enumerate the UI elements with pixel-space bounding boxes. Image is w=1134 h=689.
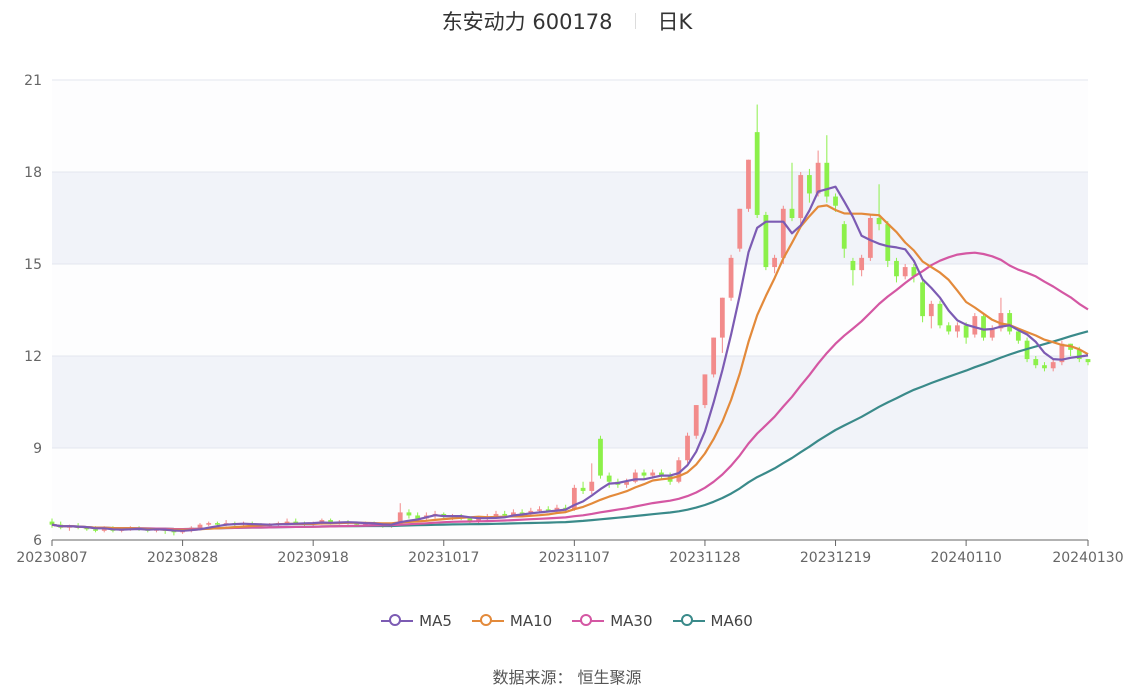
y-tick-label: 18 (24, 165, 42, 181)
candle-body (737, 208, 743, 249)
candle-body (841, 224, 847, 249)
candle-body (589, 481, 595, 491)
candle-body (754, 132, 760, 215)
candle-body (876, 218, 882, 225)
candle-body (815, 162, 821, 194)
candle-body (824, 162, 830, 197)
plot-band (52, 356, 1088, 448)
plot-band (52, 172, 1088, 264)
ma10-legend-icon (471, 614, 504, 628)
candle-body (711, 337, 717, 375)
candle-body (867, 218, 873, 258)
ma5-legend-icon (381, 614, 414, 628)
candle-body (937, 303, 943, 326)
x-tick-label: 20240110 (930, 550, 1001, 566)
legend-label-ma30: MA30 (610, 612, 653, 630)
candle-body (833, 196, 838, 206)
candle-body (981, 316, 986, 338)
plot-band (52, 80, 1088, 172)
candle-body (789, 208, 795, 218)
y-tick-label: 15 (24, 257, 42, 273)
legend-item-ma60[interactable]: MA60 (672, 612, 753, 630)
candle-body (641, 472, 647, 476)
candle-body (93, 529, 98, 531)
candle-body (746, 159, 751, 209)
legend-label-ma10: MA10 (509, 612, 553, 630)
candle-body (885, 224, 891, 261)
candle-body (920, 282, 925, 317)
candle-body (780, 208, 786, 258)
y-tick-label: 12 (24, 349, 42, 365)
candle-body (859, 257, 865, 271)
candle-body (580, 487, 586, 491)
legend-item-ma30[interactable]: MA30 (572, 612, 653, 630)
candle-body (963, 325, 969, 338)
x-tick-label: 20240130 (1052, 550, 1123, 566)
y-tick-label: 6 (33, 533, 42, 549)
y-tick-label: 21 (24, 73, 42, 89)
candle-body (719, 297, 725, 338)
candle-body (206, 523, 212, 525)
x-tick-label: 20231219 (800, 550, 871, 566)
candle-body (215, 523, 220, 525)
candle-body (606, 475, 612, 482)
candle-body (1042, 365, 1047, 369)
candle-body (693, 405, 699, 436)
candle-body (1033, 359, 1039, 366)
candle-body (1007, 313, 1013, 332)
x-tick-label: 20230918 (278, 550, 349, 566)
plot-band (52, 448, 1088, 540)
chart-legend: MA5 MA10 MA30 MA60 (0, 612, 1134, 630)
candle-body (972, 316, 978, 335)
candle-body (406, 512, 412, 516)
candle-body (537, 509, 542, 511)
candle-body (1085, 359, 1091, 363)
data-source: 数据来源： 恒生聚源 (492, 668, 642, 687)
legend-item-ma5[interactable]: MA5 (381, 612, 452, 630)
candle-body (955, 325, 960, 332)
candle-body (702, 374, 708, 406)
candle-body (1050, 362, 1056, 369)
legend-label-ma5: MA5 (419, 612, 452, 630)
candle-body (197, 524, 203, 528)
x-tick-label: 20231107 (539, 550, 610, 566)
x-tick-label: 20230807 (16, 550, 87, 566)
x-tick-label: 20230828 (147, 550, 218, 566)
candle-body (894, 260, 899, 277)
candle-body (650, 472, 656, 476)
x-tick-label: 20231128 (669, 550, 740, 566)
candle-body (946, 325, 952, 332)
candle-body (502, 513, 508, 516)
candle-body (928, 303, 934, 317)
candlestick-chart: 6 9 12 15 18 21 20230807 20230828 20230918 202310… (16, 73, 1123, 566)
candle-body (772, 257, 777, 268)
candle-body (728, 257, 734, 298)
candle-body (850, 260, 856, 271)
ma60-legend-icon (672, 614, 705, 628)
candle-body (807, 175, 812, 194)
x-tick-label: 20231017 (408, 550, 479, 566)
candle-body (598, 438, 603, 476)
legend-label-ma60: MA60 (710, 612, 753, 630)
y-tick-label: 9 (33, 441, 42, 457)
candle-body (685, 435, 690, 461)
candle-body (902, 267, 908, 277)
legend-item-ma10[interactable]: MA10 (471, 612, 553, 630)
candle-body (1015, 331, 1021, 341)
ma30-legend-icon (572, 614, 605, 628)
candle-body (798, 175, 804, 218)
